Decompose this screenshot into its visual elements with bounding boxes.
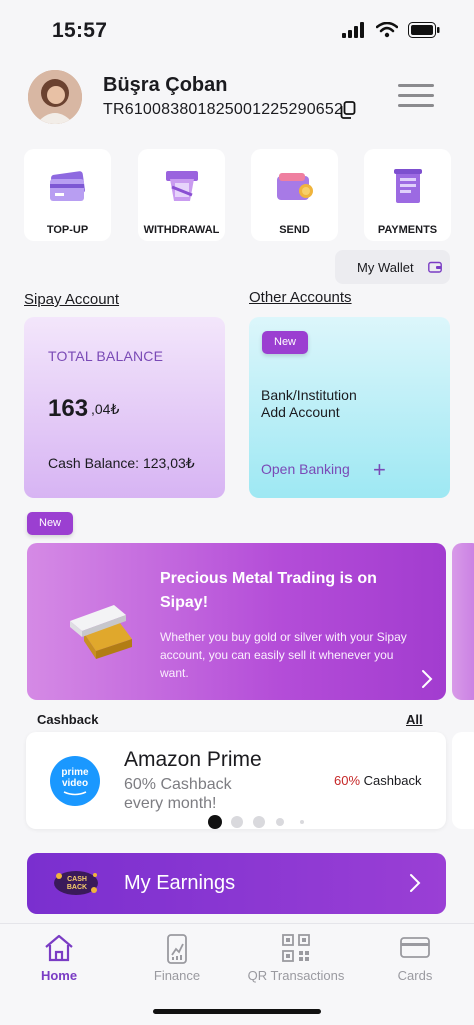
add-icon[interactable]: + xyxy=(373,457,386,483)
new-badge: New xyxy=(262,331,309,354)
open-banking-link[interactable]: Open Banking xyxy=(261,461,350,477)
battery-icon xyxy=(408,22,440,38)
cashback-subtitle-1: 60% Cashback xyxy=(124,776,232,793)
carousel-dot[interactable] xyxy=(231,816,243,828)
profile-header: Büşra Çoban TR610083801825001225290652 xyxy=(0,68,474,128)
tab-finance[interactable]: Finance xyxy=(118,924,236,994)
my-wallet-button[interactable]: My Wallet xyxy=(335,250,450,284)
tab-qr-transactions[interactable]: QR Transactions xyxy=(237,924,355,994)
tab-qr-label: QR Transactions xyxy=(247,968,345,983)
my-earnings-title: My Earnings xyxy=(124,872,236,894)
cashback-subtitle-2: every month! xyxy=(124,795,217,812)
cashback-title: Amazon Prime xyxy=(124,748,262,771)
home-icon xyxy=(0,933,118,965)
hamburger-icon xyxy=(398,84,434,87)
status-icons xyxy=(342,22,440,38)
cashback-heading: Cashback xyxy=(37,712,99,727)
tab-home-label: Home xyxy=(40,968,78,983)
prime-logo-line2: video xyxy=(61,778,89,789)
carousel-dot[interactable] xyxy=(208,815,222,829)
total-balance-amount: 163 xyxy=(48,395,89,422)
carousel-dot[interactable] xyxy=(253,816,265,828)
promo-title: Precious Metal Trading is on Sipay! xyxy=(160,570,377,611)
home-indicator xyxy=(153,1009,321,1014)
tab-cards-label: Cards xyxy=(397,968,433,983)
promo-banner[interactable]: Precious Metal Trading is on Sipay! Whet… xyxy=(27,543,446,700)
qr-code-icon xyxy=(237,933,355,965)
prime-video-logo: prime video xyxy=(50,756,100,806)
status-time: 15:57 xyxy=(52,19,108,42)
sipay-account-link[interactable]: Sipay Account xyxy=(24,291,119,308)
copy-icon[interactable] xyxy=(340,101,356,119)
my-earnings-button[interactable]: CASH BACK My Earnings xyxy=(27,853,446,914)
send-button[interactable]: SEND xyxy=(251,149,338,241)
my-wallet-label: My Wallet xyxy=(357,260,414,275)
total-balance-title: TOTAL BALANCE xyxy=(48,348,164,364)
profile-iban: TR610083801825001225290652 xyxy=(103,101,344,118)
tab-cards[interactable]: Cards xyxy=(356,924,474,994)
gold-bar-icon xyxy=(70,605,132,659)
card-icon xyxy=(356,933,474,965)
total-balance-fraction: ,04₺ xyxy=(91,401,120,417)
chevron-right-icon xyxy=(410,874,421,892)
wallet-icon xyxy=(428,261,442,273)
cashback-badge-text: CASH BACK xyxy=(66,876,88,891)
topup-label: TOP-UP xyxy=(46,224,89,236)
add-account-card[interactable]: New Bank/Institution Add Account Open Ba… xyxy=(249,317,450,498)
add-account-line2: Add Account xyxy=(261,404,340,420)
chevron-right-icon xyxy=(422,670,433,688)
total-balance-card[interactable]: TOTAL BALANCE 163 ,04₺ Cash Balance: 123… xyxy=(24,317,225,498)
withdrawal-label: WITHDRAWAL xyxy=(143,224,220,236)
avatar[interactable] xyxy=(28,70,82,124)
profile-name: Büşra Çoban xyxy=(103,74,228,96)
cash-withdraw-icon xyxy=(138,167,225,207)
invoice-icon xyxy=(364,167,451,207)
wallet-send-icon xyxy=(251,167,338,207)
finance-icon xyxy=(118,933,236,965)
cashback-rate: 60% Cashback xyxy=(334,773,421,788)
cashback-rate-percent: 60% xyxy=(334,773,361,788)
topup-button[interactable]: TOP-UP xyxy=(24,149,111,241)
carousel-dot[interactable] xyxy=(276,818,284,826)
tab-home[interactable]: Home xyxy=(0,924,118,994)
prime-logo-line1: prime xyxy=(61,767,89,778)
status-bar: 15:57 xyxy=(0,0,474,60)
promo-text: Whether you buy gold or silver with your… xyxy=(160,630,407,680)
payments-button[interactable]: PAYMENTS xyxy=(364,149,451,241)
payments-label: PAYMENTS xyxy=(377,224,438,236)
next-promo-peek[interactable] xyxy=(452,543,474,700)
menu-button[interactable] xyxy=(398,84,434,110)
cash-balance: Cash Balance: 123,03₺ xyxy=(48,455,195,471)
cards-icon xyxy=(24,167,111,207)
tab-finance-label: Finance xyxy=(153,968,201,983)
cashback-all-link[interactable]: All xyxy=(406,712,423,727)
withdrawal-button[interactable]: WITHDRAWAL xyxy=(138,149,225,241)
signal-icon xyxy=(342,22,364,38)
carousel-dot[interactable] xyxy=(300,820,304,824)
other-accounts-link[interactable]: Other Accounts xyxy=(249,289,352,306)
add-account-line1: Bank/Institution xyxy=(261,387,357,403)
promo-new-badge: New xyxy=(27,512,74,535)
next-cashback-peek[interactable] xyxy=(452,732,474,829)
cashback-rate-text: Cashback xyxy=(360,773,422,788)
send-label: SEND xyxy=(279,224,310,236)
carousel-dots xyxy=(208,815,308,829)
wifi-icon xyxy=(376,22,398,38)
avatar-image xyxy=(28,70,82,124)
